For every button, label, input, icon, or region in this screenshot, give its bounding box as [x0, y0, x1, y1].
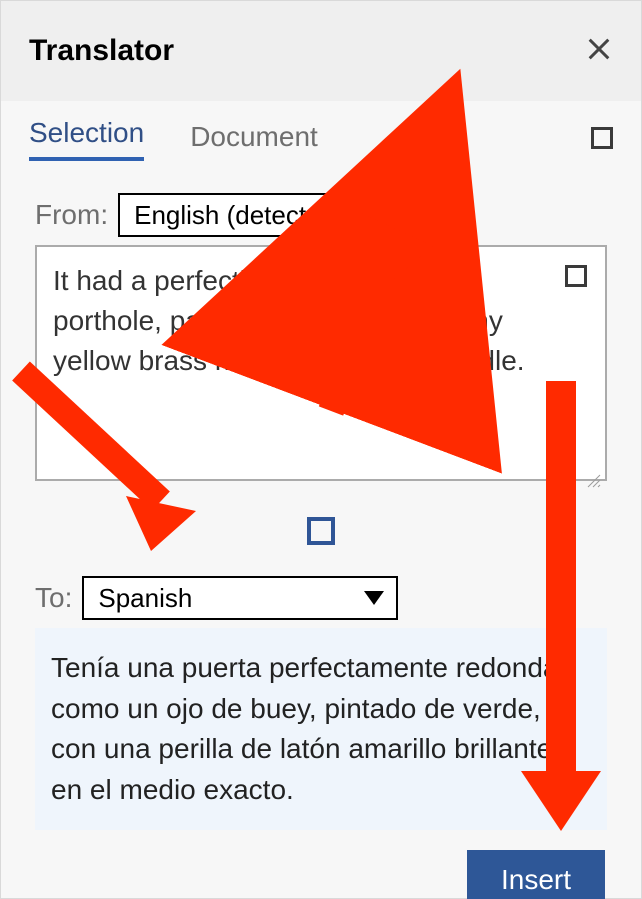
swap-row [35, 517, 607, 550]
pane-header: Translator [1, 1, 641, 101]
swap-languages-icon[interactable] [307, 517, 335, 545]
tab-list: Selection Document [29, 101, 318, 161]
tab-bar: Selection Document [1, 101, 641, 161]
source-text: It had a perfectly round door like a por… [53, 265, 525, 376]
from-language-select[interactable]: English (detected) [118, 193, 448, 237]
button-row: Insert [1, 830, 641, 899]
copy-icon[interactable] [565, 265, 587, 287]
to-language-value: Spanish [98, 583, 192, 614]
to-language-select[interactable]: Spanish [82, 576, 398, 620]
from-row: From: English (detected) [35, 193, 607, 237]
from-language-value: English (detected) [134, 200, 344, 231]
tab-document[interactable]: Document [190, 121, 318, 161]
translator-pane: From: English (detected) It had a perfec… [1, 161, 641, 830]
maximize-icon[interactable] [591, 127, 613, 149]
resize-handle-icon[interactable] [586, 460, 602, 476]
translated-text-area: Tenía una puerta perfectamente redonda c… [35, 628, 607, 830]
pane-title: Translator [29, 34, 174, 68]
to-row: To: Spanish [35, 576, 607, 620]
tab-selection[interactable]: Selection [29, 117, 144, 161]
from-label: From: [35, 199, 108, 231]
source-text-area[interactable]: It had a perfectly round door like a por… [35, 245, 607, 481]
to-label: To: [35, 582, 72, 614]
close-icon[interactable] [585, 35, 613, 68]
translated-text: Tenía una puerta perfectamente redonda c… [51, 652, 558, 805]
chevron-down-icon [364, 591, 384, 605]
insert-button[interactable]: Insert [467, 850, 605, 899]
chevron-down-icon [414, 208, 434, 222]
